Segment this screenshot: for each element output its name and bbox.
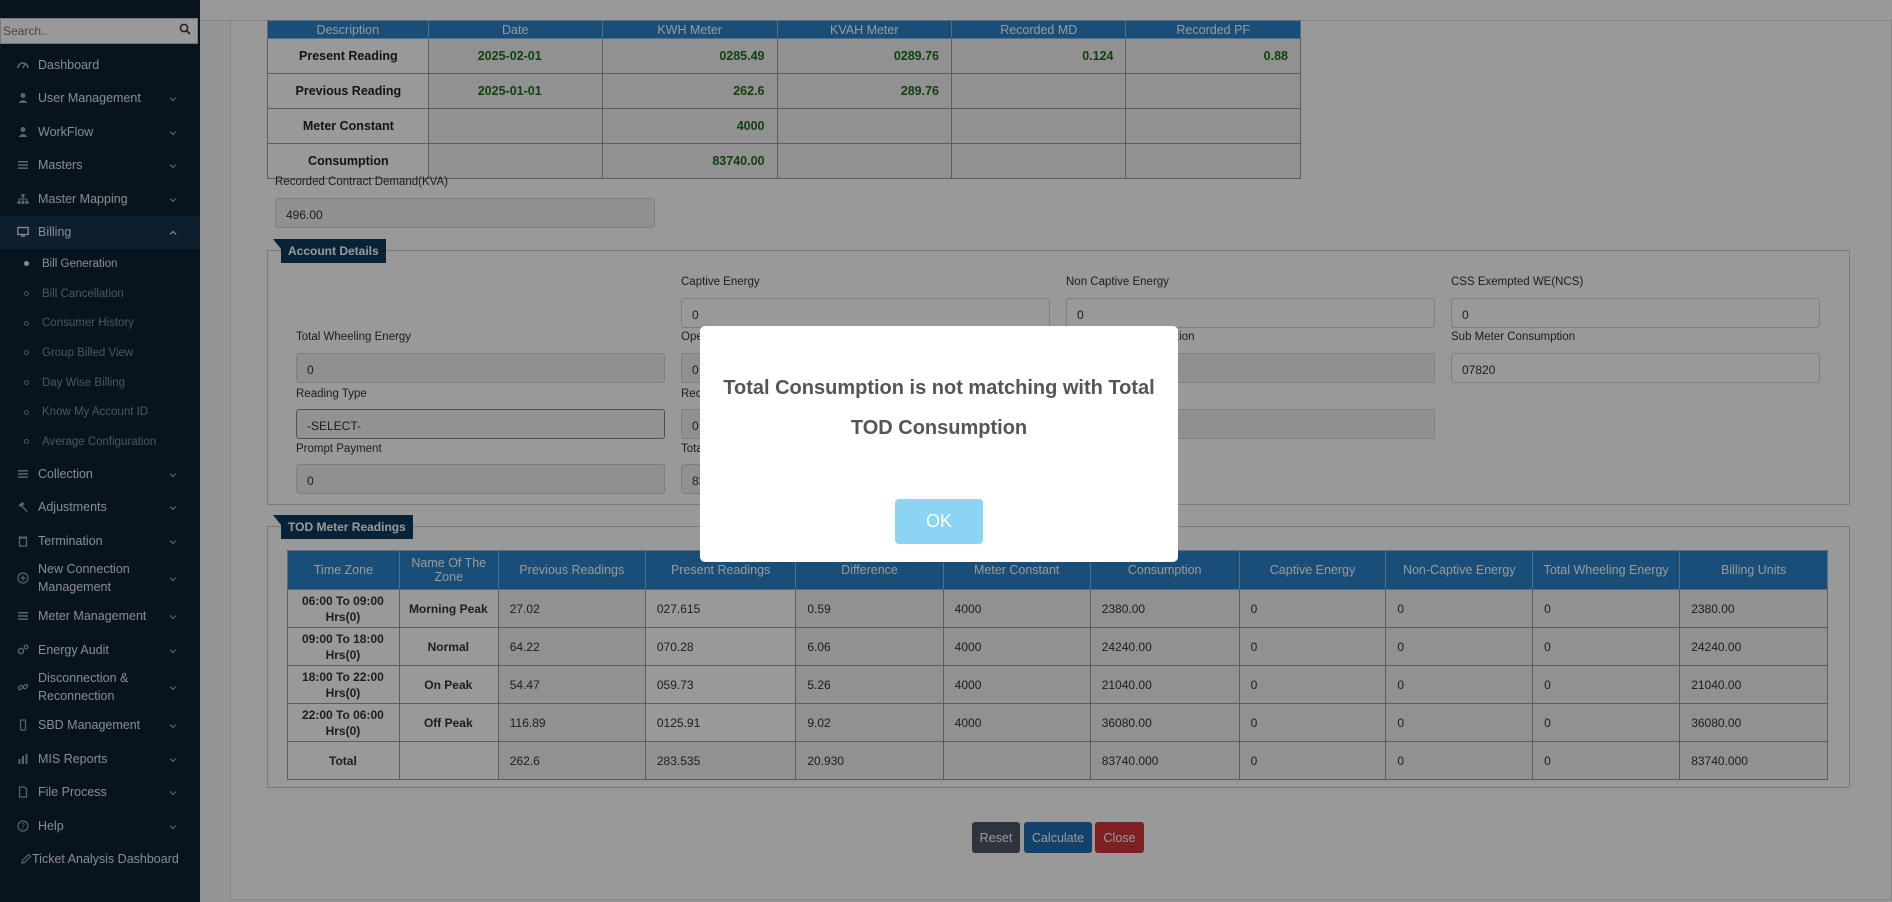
alert-dialog: Total Consumption is not matching with T… [700, 326, 1178, 562]
alert-message: Total Consumption is not matching with T… [723, 377, 1155, 439]
ok-button[interactable]: OK [895, 499, 983, 544]
